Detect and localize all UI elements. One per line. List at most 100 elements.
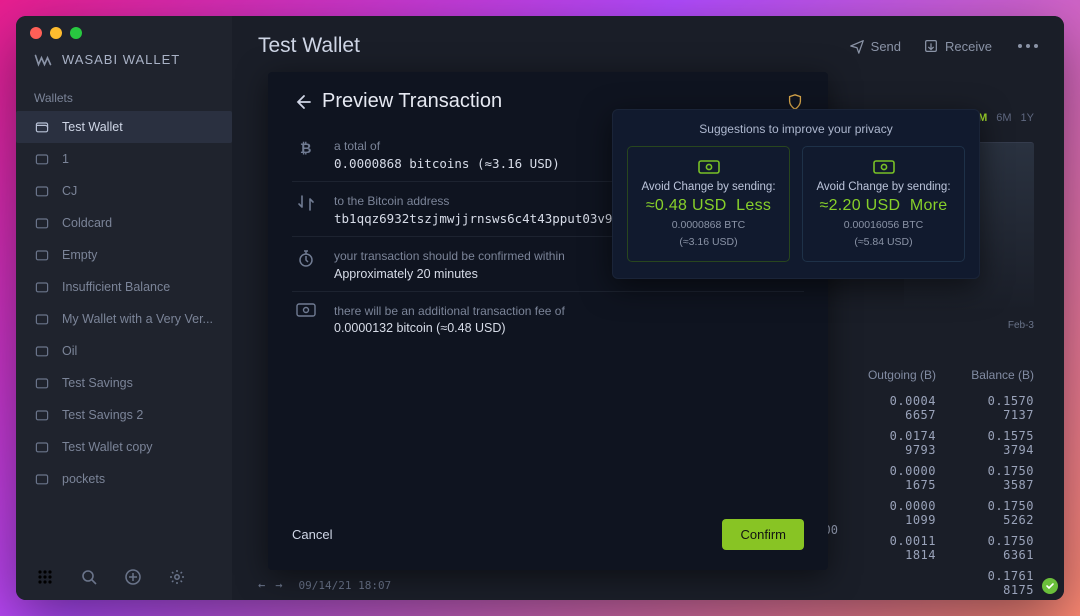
card-message: Avoid Change by sending: <box>636 181 781 193</box>
more-menu-button[interactable] <box>1014 44 1038 48</box>
brand-label: WASABI WALLET <box>62 52 180 67</box>
close-window-button[interactable] <box>30 27 42 39</box>
table-row[interactable]: 0.0004 6657 0.1570 7137 <box>854 394 1034 422</box>
popover-title: Suggestions to improve your privacy <box>627 122 965 146</box>
page-title: Test Wallet <box>258 34 829 58</box>
sidebar-item-1[interactable]: 1 <box>16 143 232 175</box>
sidebar-item-cj[interactable]: CJ <box>16 175 232 207</box>
card-amount: ≈0.48 USD Less <box>636 193 781 217</box>
confirm-button[interactable]: Confirm <box>722 519 804 550</box>
card-amount-dir: Less <box>736 197 771 214</box>
status-ok-badge <box>1042 578 1058 594</box>
wallet-icon <box>34 407 50 423</box>
tx-table-body: 0.0004 6657 0.1570 7137 0.0174 97930.1575… <box>854 394 1034 600</box>
status-strip: ← → 09/14/21 18:07 <box>258 578 391 592</box>
cell-balance: 0.1570 7137 <box>952 394 1034 422</box>
card-amount-value: ≈2.20 USD <box>819 197 900 214</box>
cell-balance: 0.1750 5262 <box>952 499 1034 527</box>
tx-table-header: (B) Outgoing (B) Balance (B) <box>812 368 1034 382</box>
sidebar-item-insufficient-balance[interactable]: Insufficient Balance <box>16 271 232 303</box>
wallet-icon <box>34 471 50 487</box>
settings-icon[interactable] <box>168 568 186 586</box>
cell-outgoing: 0.0000 1675 <box>854 464 936 492</box>
table-row[interactable]: 0.0174 97930.1575 3794 <box>854 429 1034 457</box>
table-row[interactable]: 0.0000 10990.1750 5262 <box>854 499 1034 527</box>
sidebar-item-test-wallet-copy[interactable]: Test Wallet copy <box>16 431 232 463</box>
cell-outgoing: 0.0004 6657 <box>854 394 936 422</box>
range-1y[interactable]: 1Y <box>1021 112 1034 124</box>
privacy-suggestions-popover: Suggestions to improve your privacy Avoi… <box>612 109 980 279</box>
back-icon[interactable] <box>292 92 312 112</box>
sidebar-item-pockets[interactable]: pockets <box>16 463 232 495</box>
card-message: Avoid Change by sending: <box>811 181 956 193</box>
wallet-list: Test Wallet 1 CJ Coldcard Empty Insuffic… <box>16 111 232 554</box>
send-icon <box>849 38 865 54</box>
wallet-icon <box>34 215 50 231</box>
window-controls <box>30 27 82 39</box>
nav-forward-icon[interactable]: → <box>275 578 282 592</box>
sidebar-item-oil[interactable]: Oil <box>16 335 232 367</box>
cash-icon <box>296 303 316 317</box>
cancel-button[interactable]: Cancel <box>292 527 332 542</box>
card-btc: 0.00016056 BTC <box>811 217 956 234</box>
cell-balance: 0.1575 3794 <box>952 429 1034 457</box>
sidebar-tools <box>16 554 232 600</box>
cash-icon <box>698 159 720 175</box>
card-amount-dir: More <box>910 197 948 214</box>
wallet-icon <box>34 151 50 167</box>
sidebar-item-label: Test Wallet copy <box>62 440 153 454</box>
receive-icon <box>923 38 939 54</box>
sidebar-item-test-wallet[interactable]: Test Wallet <box>16 111 232 143</box>
check-icon <box>1045 581 1055 591</box>
svg-text:₿: ₿ <box>300 140 311 156</box>
wallet-icon <box>34 343 50 359</box>
card-amount-value: ≈0.48 USD <box>646 197 727 214</box>
sidebar-item-label: Insufficient Balance <box>62 280 170 294</box>
bitcoin-icon: ₿ <box>296 138 316 158</box>
nav-back-icon[interactable]: ← <box>258 578 265 592</box>
send-label: Send <box>871 39 901 54</box>
apps-icon[interactable] <box>36 568 54 586</box>
suggestion-cards: Avoid Change by sending: ≈0.48 USD Less … <box>627 146 965 262</box>
range-6m[interactable]: 6M <box>996 112 1011 124</box>
sidebar-item-my-wallet[interactable]: My Wallet with a Very Ver... <box>16 303 232 335</box>
cell-balance: 0.1761 8175 <box>952 569 1034 597</box>
sidebar-item-label: CJ <box>62 184 77 198</box>
card-amount: ≈2.20 USD More <box>811 193 956 217</box>
add-icon[interactable] <box>124 568 142 586</box>
suggestion-card-less[interactable]: Avoid Change by sending: ≈0.48 USD Less … <box>627 146 790 262</box>
wallet-icon <box>34 183 50 199</box>
minimize-window-button[interactable] <box>50 27 62 39</box>
wallet-icon <box>34 119 50 135</box>
sidebar-item-label: Test Savings 2 <box>62 408 143 422</box>
cell-balance: 0.1750 6361 <box>952 534 1034 562</box>
col-outgoing: Outgoing (B) <box>854 368 936 382</box>
wallet-icon <box>34 311 50 327</box>
chart-date-label: Feb-3 <box>1008 320 1034 331</box>
sidebar-item-empty[interactable]: Empty <box>16 239 232 271</box>
card-usd: (≈5.84 USD) <box>811 234 956 251</box>
suggestion-card-more[interactable]: Avoid Change by sending: ≈2.20 USD More … <box>802 146 965 262</box>
sidebar-item-label: Test Wallet <box>62 120 123 134</box>
transfer-icon <box>296 193 316 213</box>
receive-button[interactable]: Receive <box>923 38 992 54</box>
sidebar-item-label: Oil <box>62 344 77 358</box>
sidebar-item-label: Test Savings <box>62 376 133 390</box>
search-icon[interactable] <box>80 568 98 586</box>
maximize-window-button[interactable] <box>70 27 82 39</box>
wallets-heading: Wallets <box>16 81 232 111</box>
tx-fee-row: there will be an additional transaction … <box>292 292 804 345</box>
send-button[interactable]: Send <box>849 38 901 54</box>
sidebar-item-test-savings-2[interactable]: Test Savings 2 <box>16 399 232 431</box>
cell-outgoing: 0.0011 1814 <box>854 534 936 562</box>
wallet-icon <box>34 375 50 391</box>
sidebar-item-label: pockets <box>62 472 105 486</box>
cell-balance: 0.1750 3587 <box>952 464 1034 492</box>
sidebar-item-test-savings[interactable]: Test Savings <box>16 367 232 399</box>
shield-icon[interactable] <box>786 93 804 111</box>
sidebar-item-coldcard[interactable]: Coldcard <box>16 207 232 239</box>
table-row[interactable]: 0.1761 8175 <box>854 569 1034 597</box>
table-row[interactable]: 0.0000 1675 0.1750 3587 <box>854 464 1034 492</box>
table-row[interactable]: 0.0011 1814 0.1750 6361 <box>854 534 1034 562</box>
status-timestamp: 09/14/21 18:07 <box>298 579 391 592</box>
